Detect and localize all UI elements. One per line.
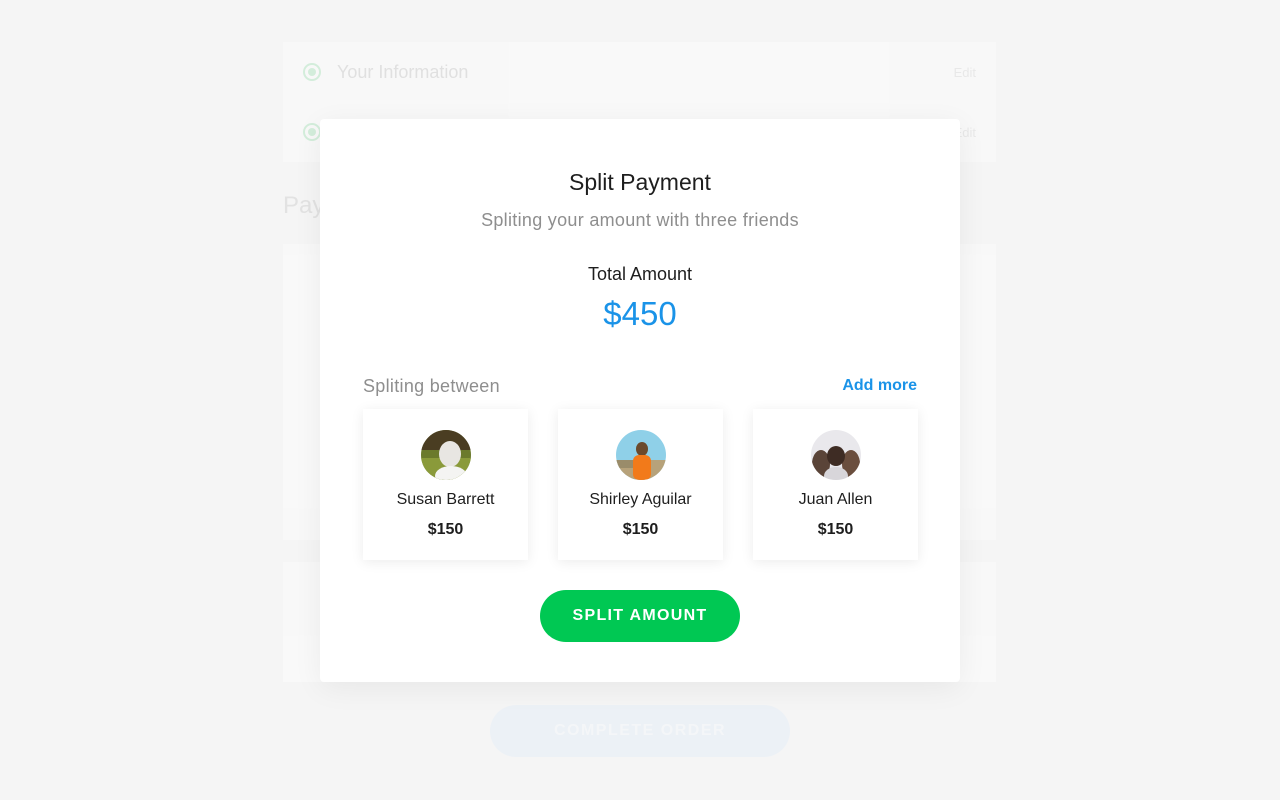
splitting-between-label: Spliting between	[363, 376, 500, 396]
section-title: Your Information	[337, 61, 469, 82]
modal-title: Split Payment	[569, 169, 711, 195]
friends-list: Susan Barrett $150 Shirley Aguilar $150	[363, 409, 918, 560]
friend-name: Shirley Aguilar	[589, 491, 692, 508]
edit-link[interactable]: Edit	[954, 65, 976, 80]
check-circle-icon	[303, 63, 321, 81]
total-amount-value: $450	[603, 295, 677, 332]
add-more-link[interactable]: Add more	[842, 377, 917, 395]
total-amount-label: Total Amount	[587, 264, 693, 284]
complete-order-button[interactable]: COMPLETE ORDER	[490, 705, 790, 757]
avatar	[616, 430, 666, 480]
avatar	[421, 430, 471, 480]
friend-amount: $150	[622, 521, 659, 538]
friend-name: Juan Allen	[798, 491, 873, 508]
modal-subtitle: Spliting your amount with three friends	[481, 210, 799, 230]
check-circle-icon	[303, 123, 321, 141]
person-photo-avatar-icon	[421, 430, 471, 480]
avatar	[811, 430, 861, 480]
split-payment-modal: Split Payment Spliting your amount with …	[320, 119, 960, 682]
person-photo-avatar-icon	[811, 430, 861, 480]
friend-name: Susan Barrett	[396, 491, 495, 508]
checkout-page: Your Information Edit Edit Pay COMPLETE …	[0, 0, 1280, 800]
friend-amount: $150	[427, 521, 464, 538]
person-photo-avatar-icon	[616, 430, 666, 480]
friend-card[interactable]: Juan Allen $150	[753, 409, 918, 560]
friend-amount: $150	[817, 521, 854, 538]
your-information-row: Your Information Edit	[283, 42, 996, 102]
payment-heading: Pay	[283, 192, 325, 219]
friend-card[interactable]: Susan Barrett $150	[363, 409, 528, 560]
friend-card[interactable]: Shirley Aguilar $150	[558, 409, 723, 560]
split-amount-button[interactable]: SPLIT AMOUNT	[540, 590, 740, 642]
